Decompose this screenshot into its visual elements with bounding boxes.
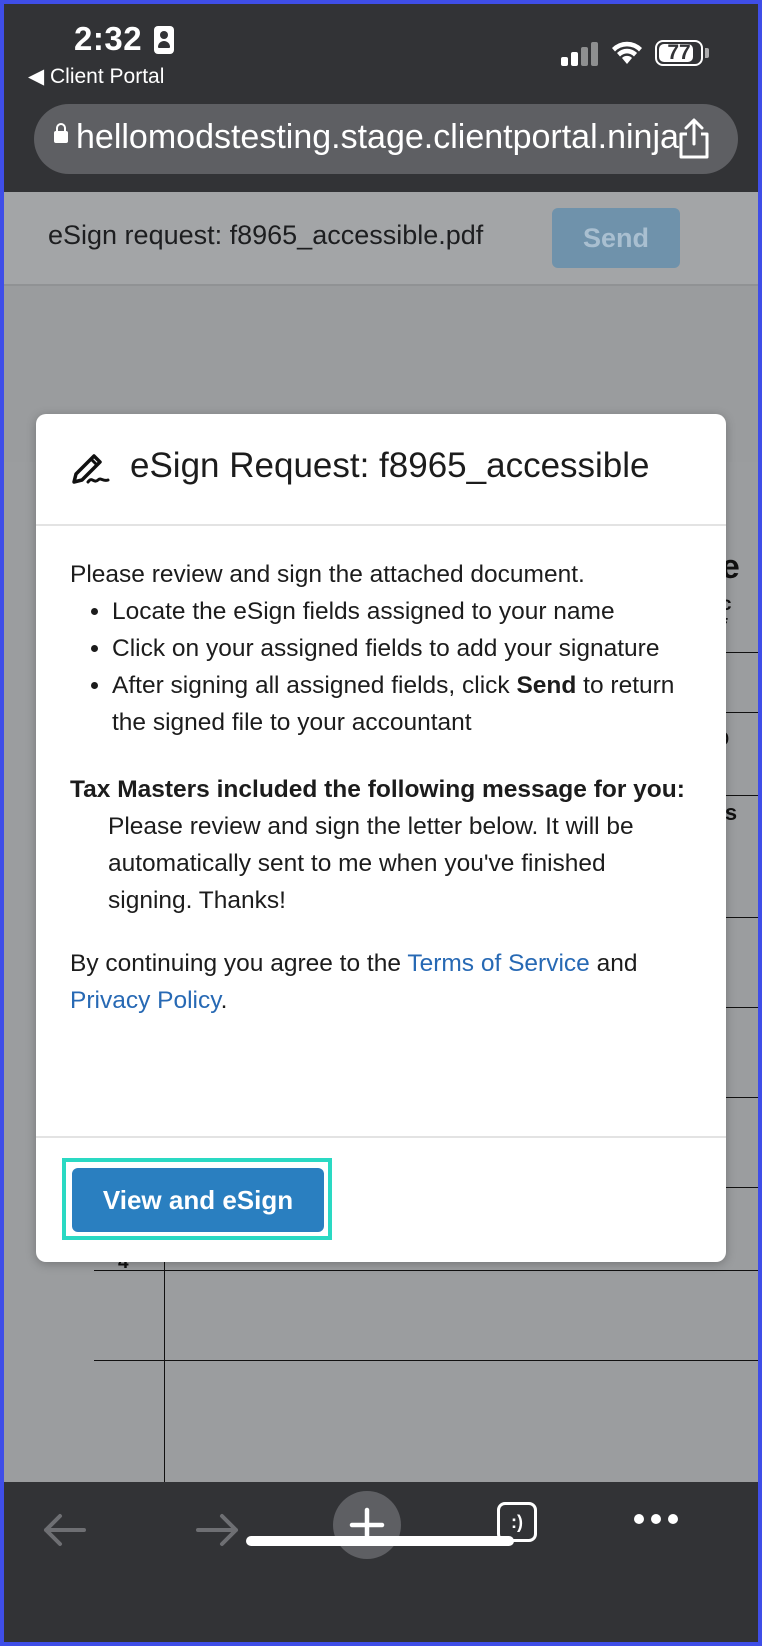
contact-card-icon — [154, 26, 174, 54]
battery-level: 77 — [667, 41, 691, 64]
terms-agreement: By continuing you agree to the Terms of … — [70, 945, 710, 1019]
terms-of-service-link[interactable]: Terms of Service — [407, 950, 589, 977]
privacy-policy-link[interactable]: Privacy Policy — [70, 987, 221, 1014]
page-title: eSign request: f8965_accessible.pdf — [48, 220, 484, 250]
instruction-item: After signing all assigned fields, click… — [112, 667, 710, 741]
status-time: 2:32 — [74, 20, 143, 57]
cellular-signal-icon — [561, 42, 601, 66]
browser-toolbar: :) — [4, 1482, 758, 1642]
tabs-icon-label: :) — [511, 1512, 523, 1532]
agree-text: . — [220, 987, 228, 1014]
url-text[interactable]: hellomodstesting.stage.clientportal.ninj… — [76, 118, 679, 157]
instruction-list: Locate the eSign fields assigned to your… — [70, 593, 710, 741]
back-arrow-icon[interactable] — [40, 1510, 88, 1550]
instruction-text: After signing all assigned fields, click — [112, 672, 517, 699]
doc-horizontal-rule — [94, 1270, 758, 1271]
esign-page-header: eSign request: f8965_accessible.pdf Send — [4, 192, 758, 286]
more-menu-icon[interactable] — [632, 1512, 680, 1526]
battery-icon: 77 — [655, 40, 703, 66]
agree-text: and — [589, 950, 638, 977]
intro-text: Please review and sign the attached docu… — [70, 561, 585, 588]
new-tab-plus-icon[interactable] — [332, 1490, 402, 1560]
esign-request-dialog: eSign Request: f8965_accessible Please r… — [36, 414, 726, 1262]
instruction-bold: Send — [516, 672, 577, 699]
dialog-footer: View and eSign — [36, 1136, 726, 1264]
dialog-title: eSign Request: f8965_accessible — [130, 446, 650, 485]
wifi-icon — [612, 41, 642, 64]
instruction-text: Locate the eSign fields assigned to your… — [112, 598, 615, 625]
home-indicator — [246, 1536, 514, 1546]
share-icon[interactable] — [676, 118, 712, 160]
send-button[interactable]: Send — [552, 208, 680, 268]
instruction-item: Click on your assigned fields to add you… — [112, 630, 710, 667]
doc-horizontal-rule — [94, 1360, 758, 1361]
agree-text: By continuing you agree to the — [70, 950, 408, 977]
view-and-esign-button[interactable]: View and eSign — [72, 1168, 324, 1232]
address-bar[interactable]: hellomodstesting.stage.clientportal.ninj… — [34, 104, 738, 174]
back-to-app-link[interactable]: ◀ Client Portal — [28, 64, 164, 89]
forward-arrow-icon[interactable] — [194, 1510, 242, 1550]
dialog-header: eSign Request: f8965_accessible — [36, 414, 726, 526]
browser-address-area: hellomodstesting.stage.clientportal.ninj… — [4, 96, 758, 192]
instruction-item: Locate the eSign fields assigned to your… — [112, 593, 710, 630]
lock-icon — [54, 123, 68, 143]
signature-pen-icon — [72, 454, 110, 484]
instruction-text: Click on your assigned fields to add you… — [112, 635, 660, 662]
phone-screen: 2:32 ◀ Client Portal 77 hellomodstesting… — [0, 0, 762, 1646]
accountant-message: Please review and sign the letter below.… — [108, 813, 634, 914]
status-bar: 2:32 ◀ Client Portal 77 — [4, 4, 758, 96]
message-heading: Tax Masters included the following messa… — [70, 776, 685, 803]
dialog-body: Please review and sign the attached docu… — [70, 556, 710, 1019]
battery-tip — [705, 48, 709, 58]
